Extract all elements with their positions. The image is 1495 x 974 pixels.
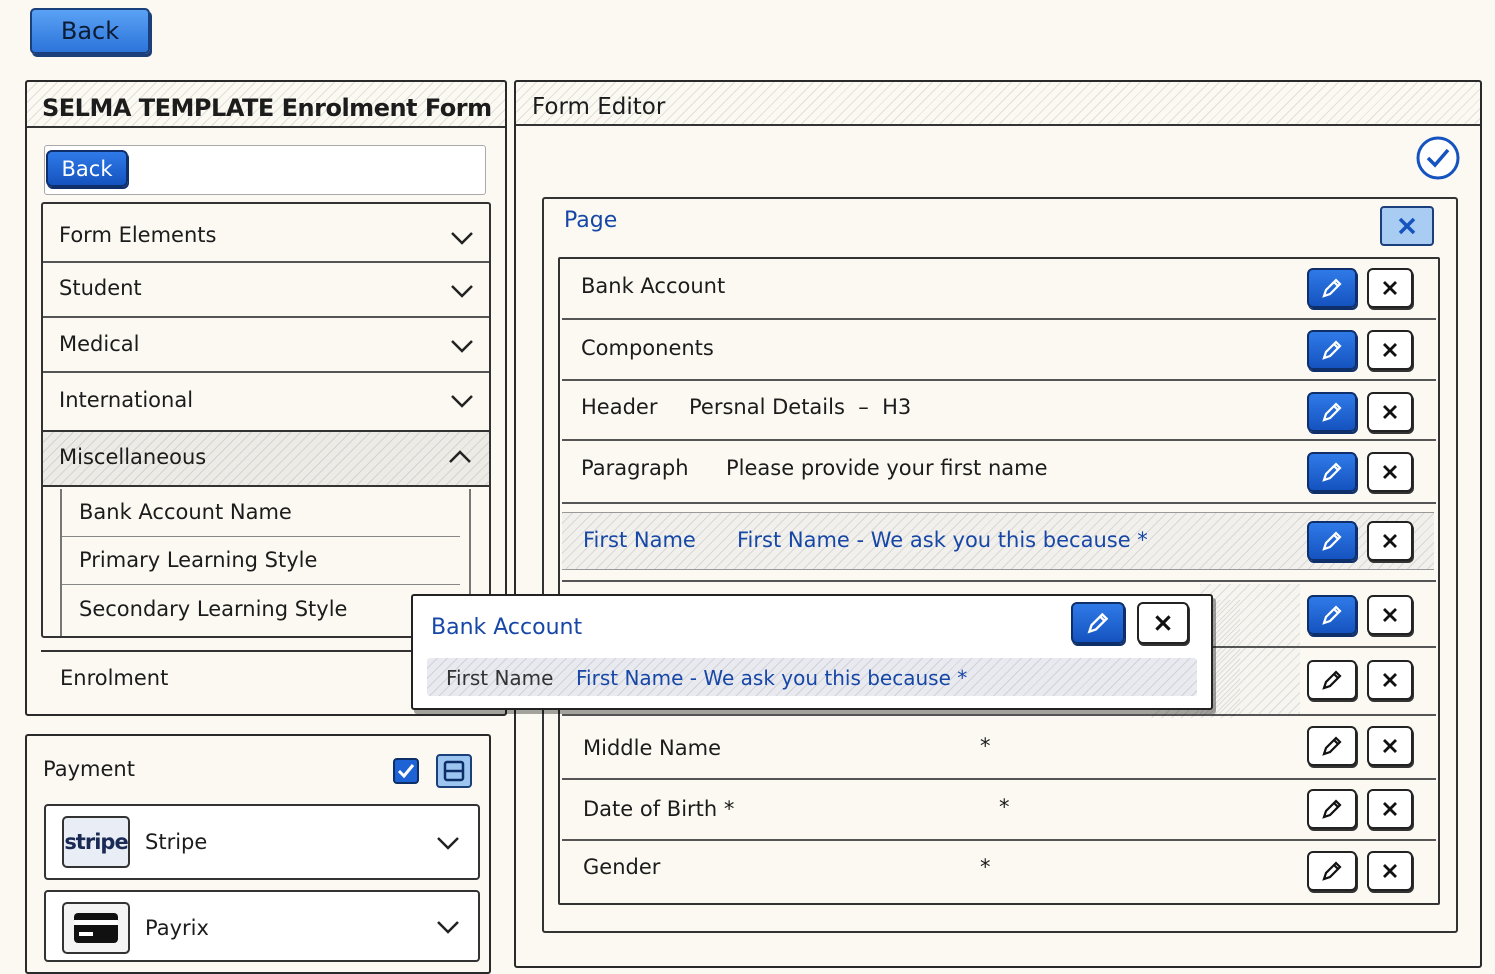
overlay-delete-button[interactable] — [1137, 602, 1189, 644]
misc-item-primary-learning-style[interactable]: Primary Learning Style — [79, 548, 317, 572]
close-icon — [1383, 343, 1397, 357]
field-type: First Name — [583, 528, 696, 552]
edit-button[interactable] — [1307, 726, 1357, 766]
left-panel-title: SELMA TEMPLATE Enrolment Form — [42, 94, 492, 122]
misc-item-secondary-learning-style[interactable]: Secondary Learning Style — [79, 597, 347, 621]
edit-button[interactable] — [1307, 789, 1357, 829]
close-icon — [1383, 608, 1397, 622]
stripe-logo-text: stripe — [64, 830, 128, 854]
close-icon — [1383, 673, 1397, 687]
collapse-panel-button[interactable] — [436, 754, 472, 788]
stripe-logo: stripe — [62, 816, 130, 868]
pencil-icon — [1322, 531, 1342, 551]
page-label: Page — [564, 208, 618, 233]
pencil-icon — [1322, 799, 1342, 819]
required-marker: * — [980, 855, 991, 879]
delete-button[interactable] — [1367, 660, 1413, 700]
payment-checkbox[interactable] — [393, 758, 419, 784]
credit-card-icon — [74, 913, 118, 943]
left-back-button[interactable]: Back — [46, 150, 128, 187]
field-type: Date of Birth * — [583, 797, 735, 821]
close-icon — [1383, 281, 1397, 295]
delete-button[interactable] — [1367, 330, 1413, 370]
top-back-label: Back — [60, 17, 120, 45]
edit-button[interactable] — [1307, 521, 1357, 561]
accordion-international-label: International — [59, 388, 194, 412]
check-icon — [397, 764, 415, 779]
accordion-form-elements-label: Form Elements — [59, 223, 217, 247]
form-editor-title: Form Editor — [532, 94, 666, 120]
delete-button[interactable] — [1367, 268, 1413, 308]
payrix-logo — [62, 902, 130, 954]
delete-button[interactable] — [1367, 392, 1413, 432]
pencil-icon — [1322, 861, 1342, 881]
chevron-up-icon — [449, 450, 471, 463]
chevron-down-icon — [451, 340, 473, 353]
field-detail: Persnal Details – H3 — [689, 395, 912, 419]
drag-overlay-title: Bank Account — [431, 615, 583, 640]
chevron-down-icon — [451, 232, 473, 245]
field-detail: Please provide your first name — [726, 456, 1048, 480]
pencil-icon — [1322, 670, 1342, 690]
save-check-button[interactable] — [1415, 135, 1461, 181]
pencil-icon — [1322, 605, 1342, 625]
overlay-edit-button[interactable] — [1071, 602, 1125, 644]
edit-button[interactable] — [1307, 268, 1357, 308]
top-back-button[interactable]: Back — [30, 8, 150, 54]
delete-button[interactable] — [1367, 789, 1413, 829]
accordion-medical-label: Medical — [59, 332, 140, 356]
pencil-icon — [1322, 402, 1342, 422]
stripe-label: Stripe — [145, 830, 208, 854]
close-icon — [1398, 217, 1416, 235]
edit-button[interactable] — [1307, 330, 1357, 370]
edit-button[interactable] — [1307, 660, 1357, 700]
edit-button[interactable] — [1307, 595, 1357, 635]
field-type: Components — [581, 336, 714, 360]
close-icon — [1383, 534, 1397, 548]
pencil-icon — [1087, 612, 1109, 634]
field-detail: First Name - We ask you this because * — [737, 528, 1148, 552]
misc-item-bank-account-name[interactable]: Bank Account Name — [79, 500, 292, 524]
left-back-label: Back — [61, 156, 113, 181]
field-type: Gender — [583, 855, 661, 879]
required-marker: * — [980, 734, 991, 758]
pencil-icon — [1322, 462, 1342, 482]
pencil-icon — [1322, 340, 1342, 360]
chevron-down-icon — [451, 395, 473, 408]
close-icon — [1155, 615, 1171, 631]
close-icon — [1383, 864, 1397, 878]
accordion-student-label: Student — [59, 276, 142, 300]
delete-button[interactable] — [1367, 726, 1413, 766]
pencil-icon — [1322, 278, 1342, 298]
close-icon — [1383, 405, 1397, 419]
collapse-panel-icon — [443, 760, 465, 782]
enrolment-label: Enrolment — [60, 666, 169, 690]
close-icon — [1383, 465, 1397, 479]
remove-page-button[interactable] — [1380, 206, 1434, 246]
chevron-down-icon — [451, 285, 473, 298]
field-type: Middle Name — [583, 736, 721, 760]
pencil-icon — [1322, 736, 1342, 756]
delete-button[interactable] — [1367, 595, 1413, 635]
drag-overlay-field-detail: First Name - We ask you this because * — [576, 666, 968, 690]
edit-button[interactable] — [1307, 851, 1357, 891]
chevron-down-icon — [437, 837, 459, 850]
check-circle-icon — [1416, 136, 1460, 180]
delete-button[interactable] — [1367, 851, 1413, 891]
payment-title: Payment — [43, 757, 135, 781]
field-type: Paragraph — [581, 456, 689, 480]
payrix-label: Payrix — [145, 916, 209, 940]
delete-button[interactable] — [1367, 452, 1413, 492]
edit-button[interactable] — [1307, 452, 1357, 492]
field-type: Header — [581, 395, 658, 419]
close-icon — [1383, 739, 1397, 753]
required-marker: * — [999, 795, 1010, 819]
chevron-down-icon — [437, 921, 459, 934]
edit-button[interactable] — [1307, 392, 1357, 432]
close-icon — [1383, 802, 1397, 816]
field-type: Bank Account — [581, 274, 726, 298]
drag-overlay-field-type: First Name — [446, 666, 554, 690]
delete-button[interactable] — [1367, 521, 1413, 561]
accordion-miscellaneous-label: Miscellaneous — [59, 445, 207, 469]
